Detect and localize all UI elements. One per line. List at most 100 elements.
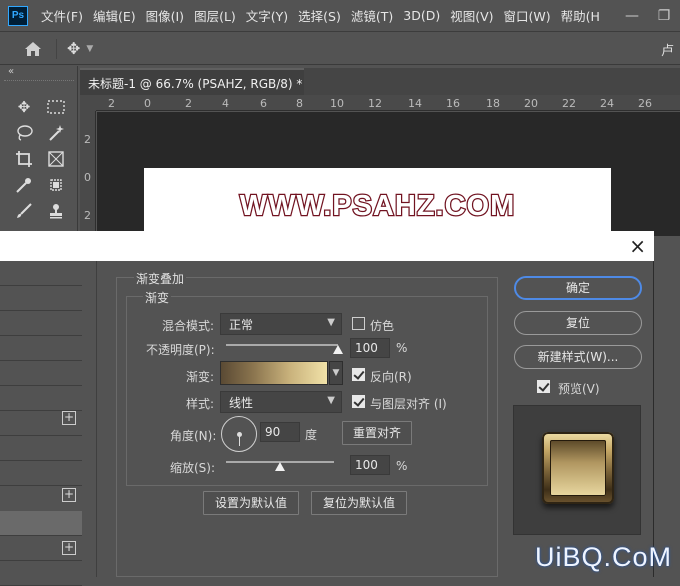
ruler-tick: 2: [84, 209, 91, 222]
ruler-tick: 18: [486, 97, 500, 110]
ruler-tick: 12: [368, 97, 382, 110]
options-separator: [56, 38, 57, 59]
gradient-swatch[interactable]: [220, 361, 328, 385]
scale-unit: %: [396, 459, 408, 473]
style-list-item[interactable]: [0, 261, 82, 286]
opacity-input[interactable]: 100: [350, 338, 390, 358]
style-list-item[interactable]: [0, 436, 82, 461]
angle-unit: 度: [305, 428, 318, 442]
ruler-top: 2 0 2 4 6 8 10 12 14 16 18 20 22 24 26: [96, 95, 680, 111]
crop-icon[interactable]: [12, 148, 36, 170]
angle-dial[interactable]: [221, 416, 257, 452]
dither-label: 仿色: [370, 319, 395, 333]
ruler-tick: 10: [330, 97, 344, 110]
move-tool-icon[interactable]: ✥: [67, 39, 80, 58]
reset-default-button[interactable]: 复位为默认值: [311, 491, 407, 515]
canvas-text-layer: WWW.PSAHZ.COM: [238, 189, 516, 224]
home-icon[interactable]: [24, 41, 42, 57]
menu-layer[interactable]: 图层(L): [189, 6, 241, 25]
chevron-down-icon[interactable]: ▼: [86, 44, 93, 54]
ruler-tick: 20: [524, 97, 538, 110]
scale-input[interactable]: 100: [350, 455, 390, 475]
blend-mode-select[interactable]: 正常 ▼: [220, 313, 342, 335]
chevron-down-icon[interactable]: ▼: [329, 361, 343, 385]
angle-input[interactable]: 90: [260, 422, 300, 442]
style-list-item[interactable]: [0, 561, 82, 586]
menu-type[interactable]: 文字(Y): [241, 6, 293, 25]
menu-edit[interactable]: 编辑(E): [88, 6, 141, 25]
tools-panel: « ✥: [0, 66, 78, 236]
style-value: 线性: [229, 396, 254, 410]
layer-style-dialog: × + + + 渐变叠加 渐变 混合模式: 正常 ▼ 仿色 不透明度(P): 1…: [0, 231, 654, 586]
list-divider: [96, 261, 97, 577]
align-with-layer-checkbox[interactable]: [352, 395, 365, 408]
reset-align-button[interactable]: 重置对齐: [342, 421, 412, 445]
set-default-button[interactable]: 设置为默认值: [203, 491, 299, 515]
options-bar: ✥ ▼ 卢: [0, 33, 680, 65]
minimize-icon[interactable]: —: [616, 8, 648, 24]
add-effect-button[interactable]: +: [62, 488, 76, 502]
opacity-slider-thumb[interactable]: [333, 345, 343, 354]
ruler-tick: 6: [260, 97, 267, 110]
document-canvas[interactable]: WWW.PSAHZ.COM: [144, 168, 611, 236]
close-icon[interactable]: ×: [629, 234, 646, 258]
document-tab[interactable]: 未标题-1 @ 66.7% (PSAHZ, RGB/8) * ×: [80, 68, 322, 95]
style-preview: [513, 405, 641, 535]
ok-button[interactable]: 确定: [514, 276, 642, 300]
style-label: 样式:: [186, 397, 215, 411]
style-list-item[interactable]: [0, 311, 82, 336]
menu-window[interactable]: 窗口(W): [499, 6, 556, 25]
opacity-unit: %: [396, 341, 408, 355]
dither-checkbox[interactable]: [352, 317, 365, 330]
style-list-item[interactable]: [0, 461, 82, 486]
brush-icon[interactable]: [12, 200, 36, 222]
new-style-button[interactable]: 新建样式(W)...: [514, 345, 642, 369]
collapse-icon[interactable]: «: [8, 66, 14, 77]
ruler-tick: 8: [296, 97, 303, 110]
menu-view[interactable]: 视图(V): [445, 6, 498, 25]
style-list-item[interactable]: [0, 336, 82, 361]
scale-slider-thumb[interactable]: [275, 462, 285, 471]
opacity-label: 不透明度(P):: [146, 343, 215, 357]
preview-thumbnail: [542, 432, 614, 504]
document-tab-title: 未标题-1 @ 66.7% (PSAHZ, RGB/8) *: [88, 77, 303, 91]
menu-image[interactable]: 图像(I): [141, 6, 189, 25]
reset-button[interactable]: 复位: [514, 311, 642, 335]
style-list-item[interactable]: [0, 361, 82, 386]
group-title: 渐变: [143, 289, 172, 306]
lasso-icon[interactable]: [12, 122, 36, 144]
menu-select[interactable]: 选择(S): [293, 6, 346, 25]
magic-wand-icon[interactable]: [44, 122, 68, 144]
ruler-tick: 22: [562, 97, 576, 110]
style-list-item-selected[interactable]: [0, 511, 82, 536]
dialog-titlebar[interactable]: ×: [0, 231, 654, 261]
ruler-tick: 2: [185, 97, 192, 110]
patch-icon[interactable]: [44, 174, 68, 196]
ruler-tick: 4: [222, 97, 229, 110]
style-list-item[interactable]: [0, 386, 82, 411]
frame-icon[interactable]: [44, 148, 68, 170]
reverse-checkbox[interactable]: [352, 368, 365, 381]
preview-checkbox[interactable]: [537, 380, 550, 393]
style-list-item[interactable]: [0, 286, 82, 311]
style-select[interactable]: 线性 ▼: [220, 391, 342, 413]
add-effect-button[interactable]: +: [62, 411, 76, 425]
section-title: 渐变叠加: [134, 270, 187, 287]
move-icon[interactable]: ✥: [12, 96, 36, 118]
add-effect-button[interactable]: +: [62, 541, 76, 555]
menu-3d[interactable]: 3D(D): [398, 8, 445, 23]
restore-icon[interactable]: ❐: [648, 8, 680, 24]
stamp-icon[interactable]: [44, 200, 68, 222]
ruler-tick: 0: [144, 97, 151, 110]
preview-thumbnail-inner: [550, 440, 606, 496]
preview-label: 预览(V): [558, 382, 600, 396]
menu-help[interactable]: 帮助(H: [556, 6, 605, 25]
ruler-tick: 14: [408, 97, 422, 110]
menu-filter[interactable]: 滤镜(T): [346, 6, 398, 25]
tools-grip[interactable]: [4, 80, 74, 82]
opacity-slider[interactable]: [226, 344, 338, 346]
menu-bar: Ps 文件(F) 编辑(E) 图像(I) 图层(L) 文字(Y) 选择(S) 滤…: [0, 0, 680, 32]
marquee-icon[interactable]: [44, 96, 68, 118]
menu-file[interactable]: 文件(F): [36, 6, 88, 25]
eyedropper-icon[interactable]: [12, 174, 36, 196]
